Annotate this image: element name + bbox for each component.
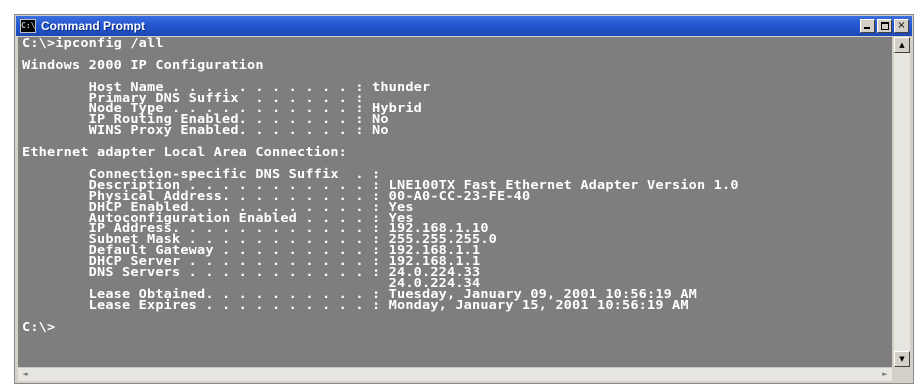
console-line: C:\>	[22, 319, 56, 334]
console-line: WINS Proxy Enabled. . . . . . . : No	[22, 123, 389, 138]
scroll-right-button[interactable]: ►	[878, 368, 892, 381]
window-controls: ×	[860, 19, 909, 33]
console-text: C:\>ipconfig /all Windows 2000 IP Config…	[22, 37, 892, 334]
maximize-button[interactable]	[877, 19, 892, 33]
vertical-scrollbar[interactable]: ▲ ▼	[894, 37, 910, 367]
window-title: Command Prompt	[41, 19, 146, 33]
command-prompt-window: C:\ Command Prompt × C:\>ipconfig /all W…	[14, 14, 914, 384]
console-line: Lease Expires . . . . . . . . . . : Mond…	[22, 297, 689, 312]
scroll-down-button[interactable]: ▼	[894, 351, 910, 367]
close-button[interactable]: ×	[894, 19, 909, 33]
console-output-area[interactable]: C:\>ipconfig /all Windows 2000 IP Config…	[18, 37, 892, 367]
console-line: C:\>ipconfig /all	[22, 37, 164, 50]
minimize-button[interactable]	[860, 19, 875, 33]
horizontal-scrollbar[interactable]: ◄ ►	[18, 367, 892, 381]
console-line: Ethernet adapter Local Area Connection:	[22, 145, 348, 160]
console-app-icon[interactable]: C:\	[20, 19, 36, 33]
console-line: Windows 2000 IP Configuration	[22, 57, 264, 72]
scrollbar-corner	[894, 367, 910, 381]
title-bar[interactable]: C:\ Command Prompt ×	[16, 16, 912, 36]
scroll-up-button[interactable]: ▲	[894, 37, 910, 53]
scroll-left-button[interactable]: ◄	[18, 368, 32, 381]
